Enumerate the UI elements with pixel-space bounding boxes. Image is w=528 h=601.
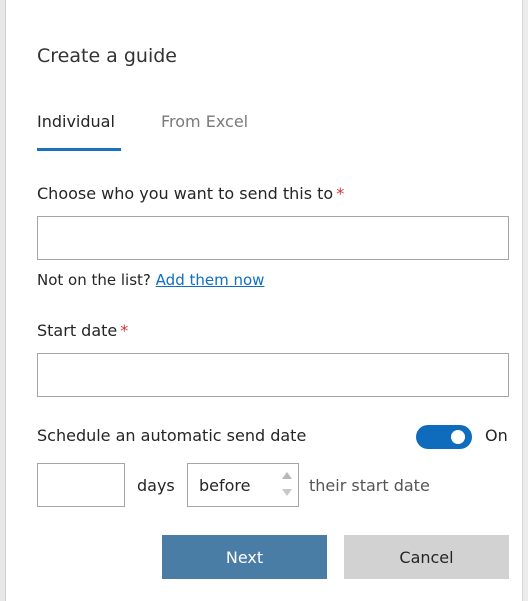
hint-text: Not on the list? — [37, 271, 151, 289]
spinner-value: before — [199, 476, 251, 495]
tab-bar: Individual From Excel — [37, 112, 337, 154]
start-date-input[interactable] — [38, 354, 508, 396]
tab-individual[interactable]: Individual — [37, 112, 115, 131]
create-guide-panel: Create a guide Individual From Excel Cho… — [6, 0, 522, 601]
start-date-label-text: Start date — [37, 321, 118, 340]
window-frame-right — [522, 0, 528, 601]
toggle-knob — [451, 430, 465, 444]
days-input[interactable] — [38, 464, 124, 506]
not-on-list-hint: Not on the list? Add them now — [37, 271, 264, 289]
recipients-label: Choose who you want to send this to * — [37, 184, 344, 203]
cancel-button[interactable]: Cancel — [344, 535, 509, 579]
add-them-now-link[interactable]: Add them now — [156, 271, 265, 289]
schedule-toggle[interactable] — [416, 425, 472, 449]
recipients-input[interactable] — [38, 217, 508, 259]
recipients-field[interactable] — [37, 216, 509, 260]
schedule-label: Schedule an automatic send date — [37, 426, 307, 445]
required-marker: * — [336, 184, 345, 203]
active-tab-indicator — [37, 148, 121, 151]
required-marker: * — [120, 321, 129, 340]
before-after-spinner[interactable]: before — [187, 463, 299, 507]
toggle-state-label: On — [485, 426, 508, 445]
start-date-label: Start date * — [37, 321, 128, 340]
recipients-label-text: Choose who you want to send this to — [37, 184, 334, 203]
tab-from-excel[interactable]: From Excel — [161, 112, 248, 131]
next-button[interactable]: Next — [162, 535, 327, 579]
days-label: days — [137, 476, 175, 495]
spinner-up-icon[interactable] — [282, 472, 292, 479]
start-date-field[interactable] — [37, 353, 509, 397]
spinner-down-icon[interactable] — [282, 489, 292, 496]
days-field[interactable] — [37, 463, 125, 507]
dialog-title: Create a guide — [37, 45, 177, 67]
spinner-arrows — [276, 464, 298, 506]
start-date-suffix: their start date — [309, 476, 430, 495]
